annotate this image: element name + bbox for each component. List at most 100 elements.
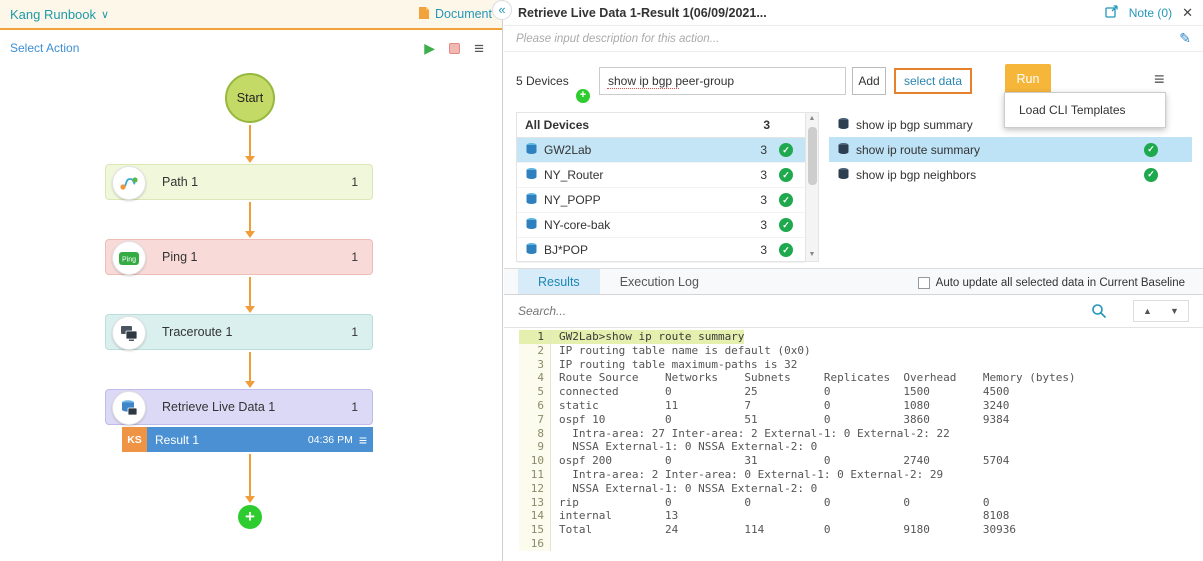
flow-arrow — [244, 125, 256, 163]
check-icon: ✓ — [779, 168, 793, 182]
device-icon — [525, 217, 538, 233]
device-count: 3 — [760, 168, 767, 182]
line-text: ospf 10 0 51 0 3860 9384 — [551, 413, 1009, 427]
result-detail-panel: « Retrieve Live Data 1-Result 1(06/09/20… — [504, 0, 1203, 561]
line-number: 8 — [519, 427, 551, 441]
device-name: NY_POPP — [544, 193, 601, 207]
line-text: Route Source Networks Subnets Replicates… — [551, 371, 1076, 385]
note-link[interactable]: Note (0) — [1129, 6, 1172, 20]
cli-icon — [837, 117, 850, 133]
device-list-scrollbar[interactable]: ▲ ▼ — [805, 113, 818, 261]
cli-row-show-ip-bgp-neighbors[interactable]: show ip bgp neighbors ✓ — [829, 162, 1192, 187]
tab-execution-log[interactable]: Execution Log — [600, 269, 719, 294]
toolbar-menu-icon[interactable]: ≡ — [1154, 70, 1165, 88]
devices-count-label: 5 Devices — [516, 74, 569, 88]
results-tabbar: Results Execution Log Auto update all se… — [504, 268, 1203, 295]
line-text: NSSA External-1: 0 NSSA External-2: 0 — [551, 440, 817, 454]
line-number: 7 — [519, 413, 551, 427]
play-icon[interactable]: ▶ — [424, 40, 435, 57]
runbook-subbar: Select Action ▶ ≡ — [0, 32, 502, 64]
menu-item-load-cli-templates[interactable]: Load CLI Templates — [1005, 93, 1165, 127]
check-icon: ✓ — [1144, 143, 1158, 157]
device-row-ny-core-bak[interactable]: NY-core-bak 3 ✓ — [517, 213, 805, 238]
toolbar-dropdown-menu: Load CLI Templates — [1004, 92, 1166, 128]
stop-icon[interactable] — [449, 43, 460, 54]
line-text: IP routing table name is default (0x0) — [551, 344, 811, 358]
cli-command-name: show ip bgp summary — [856, 118, 973, 132]
runbook-toolbar-icons: ▶ ≡ — [424, 40, 492, 57]
user-badge: KS — [122, 427, 147, 452]
node-retrieve-live-data-1[interactable]: Retrieve Live Data 1 1 — [105, 389, 373, 425]
edit-pencil-icon[interactable]: ✎ — [1179, 30, 1191, 47]
flow-arrow — [244, 277, 256, 313]
document-icon — [418, 6, 430, 23]
line-number: 1 — [519, 330, 551, 344]
result-row[interactable]: KS Result 1 04:36 PM ≡ — [122, 427, 373, 452]
prev-match-icon[interactable]: ▲ — [1143, 306, 1152, 316]
device-row-gw2lab[interactable]: GW2Lab 3 ✓ — [517, 138, 805, 163]
code-line: 7ospf 10 0 51 0 3860 9384 — [519, 413, 1203, 427]
code-line: 14internal 13 8108 — [519, 509, 1203, 523]
export-icon[interactable] — [1105, 5, 1119, 21]
line-text: Intra-area: 27 Inter-area: 2 External-1:… — [551, 427, 950, 441]
runbook-title-dropdown[interactable]: Kang Runbook ∨ — [10, 7, 109, 22]
code-line: 1GW2Lab>show ip route summary — [519, 330, 1203, 344]
runbook-flowchart: Start Path 1 1 Ping Ping 1 1 — [0, 64, 502, 561]
tab-results[interactable]: Results — [518, 269, 600, 294]
device-row-bj-pop[interactable]: BJ*POP 3 ✓ — [517, 238, 805, 263]
scroll-up-icon[interactable]: ▲ — [809, 113, 816, 125]
flow-arrow — [244, 352, 256, 388]
auto-update-group: Auto update all selected data in Current… — [918, 269, 1185, 296]
node-ping-1[interactable]: Ping Ping 1 1 — [105, 239, 373, 275]
add-device-button[interactable]: + — [576, 89, 590, 103]
run-button[interactable]: Run — [1005, 64, 1051, 94]
add-command-button[interactable]: Add — [852, 67, 886, 95]
device-count: 3 — [760, 243, 767, 257]
ping-icon: Ping — [112, 241, 146, 275]
collapse-panel-button[interactable]: « — [492, 0, 512, 20]
svg-text:Ping: Ping — [122, 257, 136, 264]
node-path-1[interactable]: Path 1 1 — [105, 164, 373, 200]
description-field[interactable]: Please input description for this action… — [516, 33, 1179, 45]
results-searchbar: ▲ ▼ — [504, 295, 1203, 328]
check-icon: ✓ — [779, 243, 793, 257]
node-count: 1 — [351, 400, 358, 414]
runbook-title: Kang Runbook — [10, 7, 96, 22]
start-node[interactable]: Start — [225, 73, 275, 123]
select-data-button[interactable]: select data — [894, 68, 972, 94]
line-number: 10 — [519, 454, 551, 468]
scrollbar-thumb[interactable] — [808, 127, 817, 185]
device-count: 3 — [760, 218, 767, 232]
device-row-ny-router[interactable]: NY_Router 3 ✓ — [517, 163, 805, 188]
select-action-link[interactable]: Select Action — [10, 41, 79, 55]
line-text: GW2Lab>show ip route summary — [551, 330, 744, 344]
command-input[interactable] — [599, 67, 846, 95]
node-label: Traceroute 1 — [162, 325, 232, 339]
cli-output: 1GW2Lab>show ip route summary 2IP routin… — [519, 330, 1203, 561]
code-line: 13rip 0 0 0 0 0 — [519, 496, 1203, 510]
node-label: Ping 1 — [162, 250, 197, 264]
close-icon[interactable]: ✕ — [1182, 5, 1193, 21]
cli-row-show-ip-route-summary[interactable]: show ip route summary ✓ — [829, 137, 1192, 162]
node-traceroute-1[interactable]: Traceroute 1 1 — [105, 314, 373, 350]
cli-command-name: show ip route summary — [856, 143, 980, 157]
code-line: 4Route Source Networks Subnets Replicate… — [519, 371, 1203, 385]
flow-arrow — [244, 202, 256, 238]
search-input[interactable] — [518, 304, 1189, 318]
result-menu-icon[interactable]: ≡ — [359, 432, 367, 448]
line-number: 14 — [519, 509, 551, 523]
next-match-icon[interactable]: ▼ — [1170, 306, 1179, 316]
search-icon[interactable] — [1091, 303, 1107, 322]
scroll-down-icon[interactable]: ▼ — [809, 249, 816, 261]
line-text: rip 0 0 0 0 0 — [551, 496, 989, 510]
node-count: 1 — [351, 175, 358, 189]
hamburger-menu-icon[interactable]: ≡ — [474, 40, 484, 57]
document-button[interactable]: Document — [418, 6, 492, 23]
start-label: Start — [237, 91, 263, 105]
check-icon: ✓ — [779, 143, 793, 157]
device-row-ny-popp[interactable]: NY_POPP 3 ✓ — [517, 188, 805, 213]
runbook-panel: Kang Runbook ∨ Document Select Action ▶ … — [0, 0, 503, 561]
auto-update-checkbox[interactable] — [918, 277, 930, 289]
line-text: IP routing table maximum-paths is 32 — [551, 358, 797, 372]
add-action-button[interactable]: + — [238, 505, 262, 529]
